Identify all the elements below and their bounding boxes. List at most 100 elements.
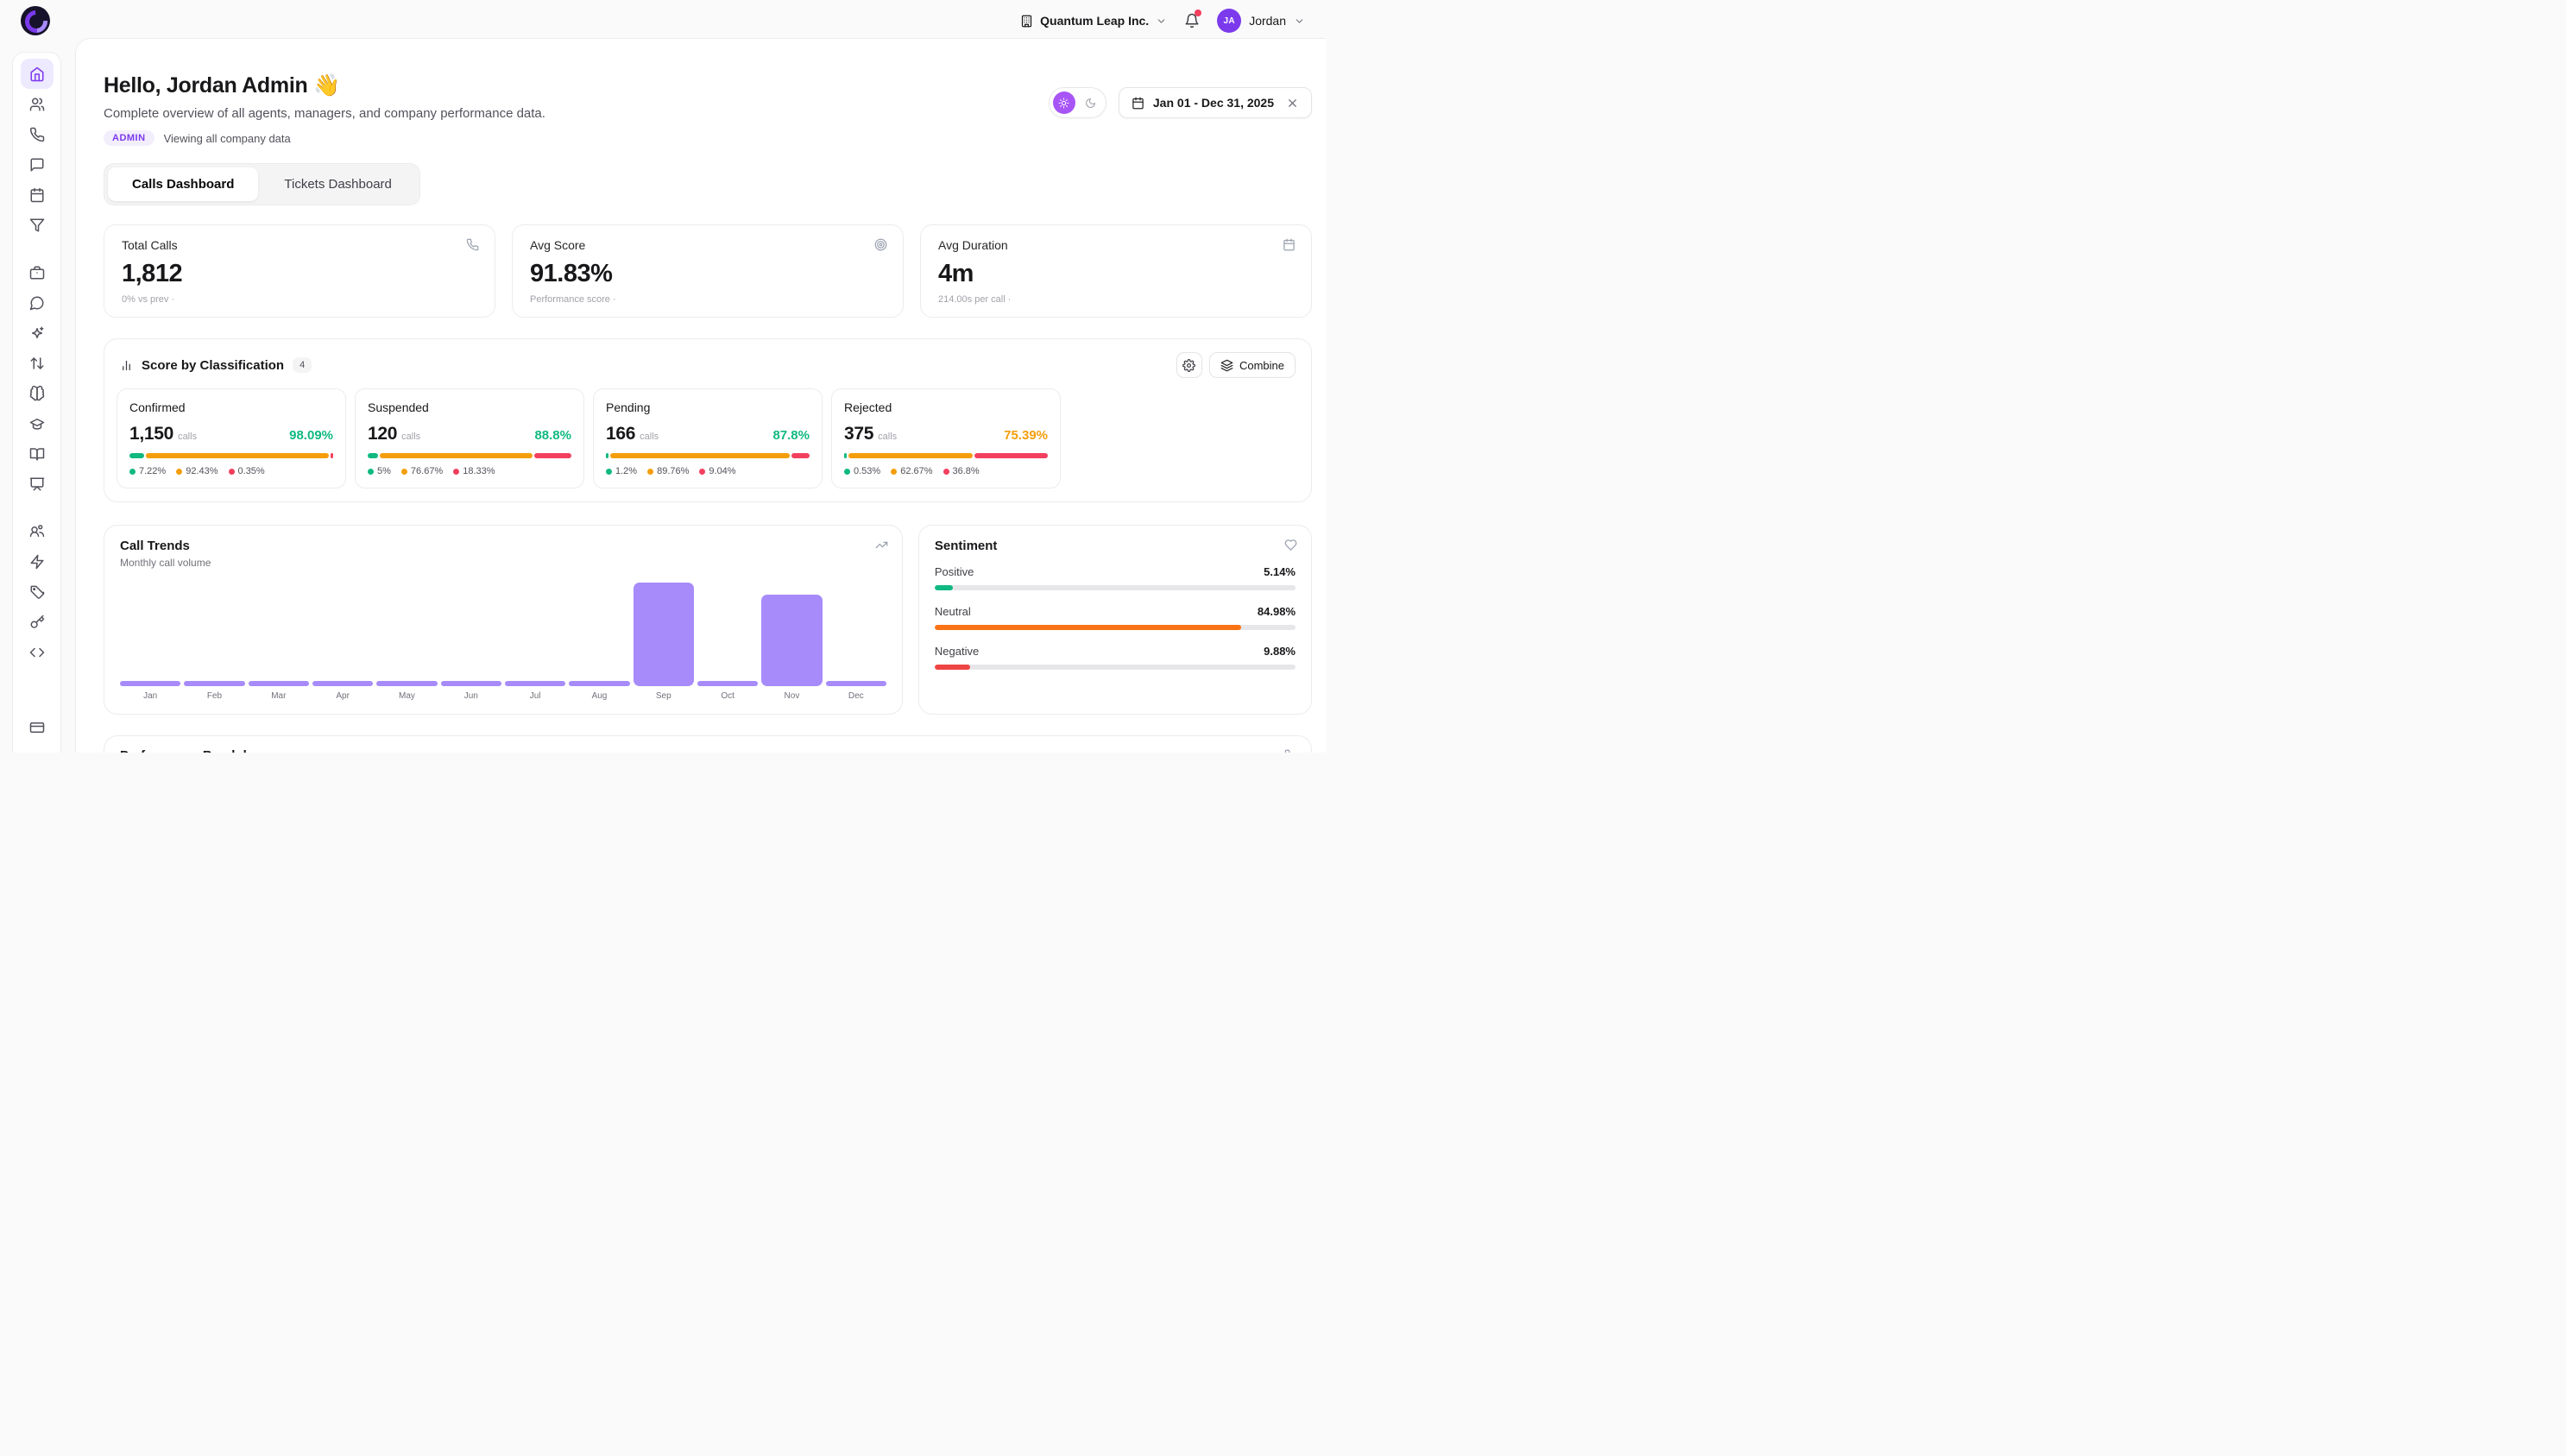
bar-value-nov xyxy=(761,595,822,686)
zap-icon xyxy=(29,554,45,570)
legend-value: 7.22% xyxy=(139,466,166,476)
stat-title: Avg Duration xyxy=(938,238,1294,252)
classification-calls-label: calls xyxy=(640,432,659,442)
sidebar-item-filters[interactable] xyxy=(21,210,54,240)
sidebar-item-intelligence[interactable] xyxy=(21,378,54,408)
sidebar-item-developer[interactable] xyxy=(21,637,54,667)
dark-mode-button[interactable] xyxy=(1080,91,1102,114)
bar-label-aug: Aug xyxy=(569,691,629,701)
green-dot xyxy=(129,469,136,475)
bar-label-sep: Sep xyxy=(634,691,694,701)
sidebar-item-chat[interactable] xyxy=(21,287,54,318)
company-name: Quantum Leap Inc. xyxy=(1040,14,1149,28)
bar-segment-0 xyxy=(129,453,144,458)
phone-icon xyxy=(466,238,479,251)
stat-card-avg-duration: Avg Duration 4m 214.00s per call · xyxy=(920,224,1312,318)
page-header-left: Hello, Jordan Admin 👋 Complete overview … xyxy=(104,73,545,146)
sidebar-item-keys[interactable] xyxy=(21,607,54,637)
bar-jun xyxy=(441,579,501,686)
tab-tickets-dashboard[interactable]: Tickets Dashboard xyxy=(260,167,416,201)
sidebar-item-briefcase[interactable] xyxy=(21,257,54,287)
badge-note: Viewing all company data xyxy=(164,132,291,145)
sidebar-item-calendar[interactable] xyxy=(21,180,54,210)
call-trends-labels: JanFebMarAprMayJunJulAugSepOctNovDec xyxy=(120,691,886,701)
sidebar-item-transfers[interactable] xyxy=(21,348,54,378)
bar-value-oct xyxy=(697,681,758,686)
combine-button[interactable]: Combine xyxy=(1209,352,1296,378)
settings-button[interactable] xyxy=(1176,352,1202,378)
gear-icon xyxy=(1182,359,1195,372)
phone-icon xyxy=(29,127,45,142)
graduation-cap-icon xyxy=(29,416,45,432)
sentiment-track xyxy=(935,625,1296,630)
classification-name: Rejected xyxy=(844,400,1048,414)
classification-score: 88.8% xyxy=(534,428,571,443)
classification-calls-label: calls xyxy=(401,432,420,442)
classification-progress-bar xyxy=(844,453,1048,458)
bar-segment-2 xyxy=(534,453,571,458)
classification-legend: 1.2% 89.76% 9.04% xyxy=(606,466,810,476)
classification-card-pending[interactable]: Pending 166 calls 87.8% 1.2% 89.76% 9.04… xyxy=(593,388,823,488)
stat-value: 4m xyxy=(938,260,1294,288)
bar-chart-icon xyxy=(120,359,133,372)
sidebar-item-training[interactable] xyxy=(21,408,54,438)
legend-value: 9.04% xyxy=(709,466,735,476)
bar-value-mar xyxy=(249,681,309,686)
app-viewport: Quantum Leap Inc. JA Jordan xyxy=(0,0,1326,753)
sidebar-item-automations[interactable] xyxy=(21,546,54,577)
sidebar-item-users[interactable] xyxy=(21,89,54,119)
sentiment-card: Sentiment Positive5.14% Neutral84.98% Ne… xyxy=(918,525,1312,715)
legend-value: 0.53% xyxy=(854,466,880,476)
close-icon[interactable] xyxy=(1286,97,1299,110)
tab-calls-dashboard[interactable]: Calls Dashboard xyxy=(108,167,258,201)
classification-count-badge: 4 xyxy=(293,357,312,373)
topbar-right: Quantum Leap Inc. JA Jordan xyxy=(1020,9,1305,33)
legend-value: 92.43% xyxy=(186,466,218,476)
classification-grid: Confirmed 1,150 calls 98.09% 7.22% 92.43… xyxy=(117,388,1299,488)
team-icon xyxy=(29,524,45,539)
sidebar-item-presentation[interactable] xyxy=(21,469,54,499)
sidebar-item-home[interactable] xyxy=(21,59,54,89)
sidebar-item-ai[interactable] xyxy=(21,318,54,348)
chevron-down-icon xyxy=(1156,16,1167,27)
classification-card-confirmed[interactable]: Confirmed 1,150 calls 98.09% 7.22% 92.43… xyxy=(117,388,346,488)
theme-toggle[interactable] xyxy=(1049,87,1106,118)
presentation-icon xyxy=(29,476,45,492)
sidebar-item-tags[interactable] xyxy=(21,577,54,607)
classification-title: Score by Classification xyxy=(142,358,284,373)
classification-score: 98.09% xyxy=(289,428,333,443)
bar-segment-1 xyxy=(610,453,790,458)
light-mode-button[interactable] xyxy=(1053,91,1075,114)
sentiment-label: Negative xyxy=(935,645,979,658)
stat-card-total-calls: Total Calls 1,812 0% vs prev · xyxy=(104,224,495,318)
bar-segment-1 xyxy=(848,453,973,458)
legend-value: 1.2% xyxy=(615,466,637,476)
sidebar-item-calls[interactable] xyxy=(21,119,54,149)
message-circle-icon xyxy=(29,295,45,311)
call-trends-card: Call Trends Monthly call volume JanFebMa… xyxy=(104,525,903,715)
performance-title: Performance Breakdown xyxy=(120,748,1296,753)
user-menu[interactable]: JA Jordan xyxy=(1217,9,1305,33)
classification-card-rejected[interactable]: Rejected 375 calls 75.39% 0.53% 62.67% 3… xyxy=(831,388,1061,488)
bar-label-oct: Oct xyxy=(697,691,758,701)
date-range-picker[interactable]: Jan 01 - Dec 31, 2025 xyxy=(1119,87,1312,118)
company-selector[interactable]: Quantum Leap Inc. xyxy=(1020,14,1167,28)
sidebar-item-team[interactable] xyxy=(21,516,54,546)
phone-icon xyxy=(1284,749,1297,753)
legend-value: 5% xyxy=(377,466,391,476)
bar-label-jul: Jul xyxy=(505,691,565,701)
classification-calls: 120 xyxy=(368,424,397,444)
app-logo[interactable] xyxy=(21,6,50,35)
classification-progress-bar xyxy=(129,453,333,458)
arrows-up-down-icon xyxy=(29,356,45,371)
sun-icon xyxy=(1058,98,1069,109)
sidebar-item-library[interactable] xyxy=(21,438,54,469)
briefcase-icon xyxy=(29,265,45,280)
bar-segment-2 xyxy=(791,453,810,458)
notifications-button[interactable] xyxy=(1184,13,1200,28)
sidebar-item-messages[interactable] xyxy=(21,149,54,180)
sidebar-item-billing[interactable] xyxy=(21,712,54,742)
classification-card-suspended[interactable]: Suspended 120 calls 88.8% 5% 76.67% 18.3… xyxy=(355,388,584,488)
orange-dot xyxy=(176,469,182,475)
classification-score: 87.8% xyxy=(772,428,810,443)
